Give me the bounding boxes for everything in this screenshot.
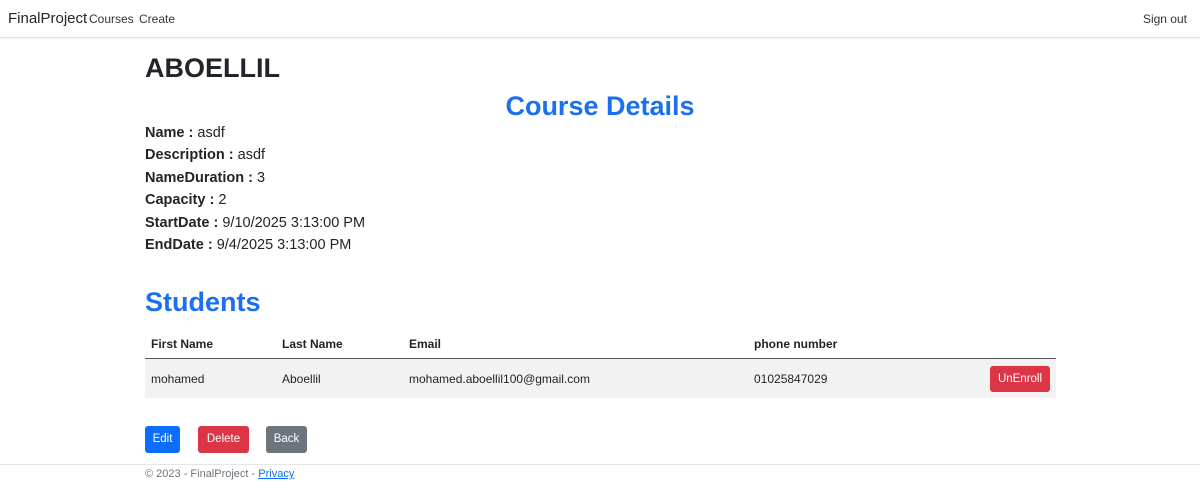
students-table: First Name Last Name Email phone number … [145, 330, 1056, 398]
detail-end-date: EndDate : 9/4/2025 3:13:00 PM [145, 234, 365, 256]
cell-last-name: Aboellil [276, 358, 403, 398]
unenroll-button[interactable]: UnEnroll [990, 365, 1050, 392]
detail-start-date: StartDate : 9/10/2025 3:13:00 PM [145, 212, 365, 234]
column-header: Email [403, 330, 748, 359]
cell-email: mohamed.aboellil100@gmail.com [403, 358, 748, 398]
detail-label: EndDate : [145, 237, 213, 254]
detail-value: asdf [197, 125, 225, 141]
detail-label: Name : [145, 125, 194, 141]
user-name-heading: ABOELLIL [145, 53, 280, 83]
footer-divider [0, 464, 1200, 465]
detail-label: NameDuration : [145, 169, 253, 186]
detail-value: 2 [218, 192, 227, 209]
detail-capacity: Capacity : 2 [145, 189, 365, 211]
cell-first-name: mohamed [145, 358, 276, 398]
column-header: Last Name [276, 330, 403, 359]
course-details: Name : asdf Description : asdf NameDurat… [145, 122, 365, 256]
cell-phone: 01025847029 [748, 358, 960, 398]
table-header-row: First Name Last Name Email phone number [145, 330, 1056, 359]
cell-actions: UnEnroll [960, 358, 1056, 398]
sign-out-link[interactable]: Sign out [1143, 12, 1187, 26]
edit-button[interactable]: Edit [145, 426, 180, 453]
page-title: Course Details [505, 91, 695, 121]
detail-label: Description : [145, 147, 234, 164]
students-heading: Students [145, 287, 261, 317]
column-header: phone number [748, 330, 960, 359]
nav-create-link[interactable]: Create [139, 12, 175, 26]
detail-name: Name : asdf [145, 122, 365, 144]
detail-value: 3 [257, 169, 266, 186]
column-header-actions [960, 330, 1056, 359]
top-navbar: FinalProject Courses Create Sign out [0, 0, 1200, 38]
detail-label: Capacity : [145, 192, 215, 209]
table-row: mohamed Aboellil mohamed.aboellil100@gma… [145, 358, 1056, 398]
brand-link[interactable]: FinalProject [8, 10, 87, 27]
column-header: First Name [145, 330, 276, 359]
nav-courses-link[interactable]: Courses [89, 12, 134, 26]
footer-text: © 2023 - FinalProject - [145, 468, 259, 480]
detail-description: Description : asdf [145, 144, 365, 166]
detail-value: 9/4/2025 3:13:00 PM [216, 237, 352, 254]
privacy-link[interactable]: Privacy [258, 468, 294, 480]
delete-button[interactable]: Delete [198, 426, 249, 453]
back-button[interactable]: Back [266, 426, 307, 453]
detail-value: 9/10/2025 3:13:00 PM [222, 214, 366, 231]
detail-label: StartDate : [145, 214, 219, 231]
footer: © 2023 - FinalProject - Privacy [145, 468, 294, 480]
detail-duration: NameDuration : 3 [145, 167, 365, 189]
detail-value: asdf [237, 147, 266, 164]
